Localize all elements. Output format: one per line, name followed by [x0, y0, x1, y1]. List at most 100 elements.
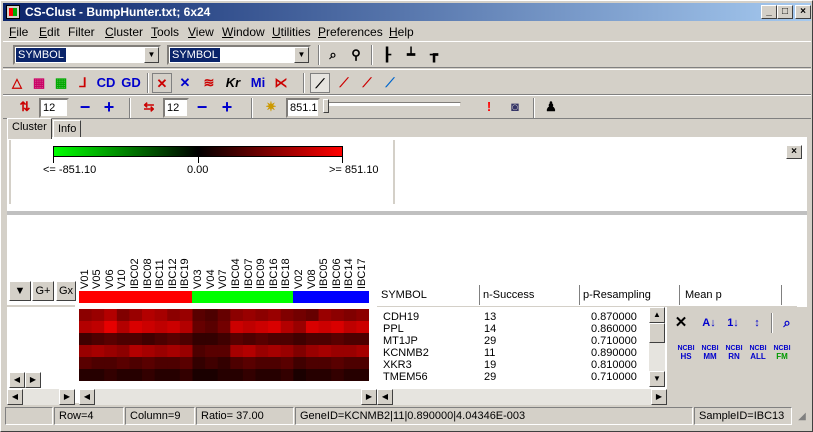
gplus-button[interactable]: G+ [32, 281, 54, 301]
vertical-arrows-icon[interactable]: ⇅ [15, 97, 35, 117]
row-increase-button[interactable]: + [99, 97, 119, 117]
heatmap-cell[interactable] [280, 333, 294, 346]
heatmap-cell[interactable] [343, 357, 357, 370]
heatmap-cell[interactable] [331, 333, 345, 346]
heatmap-cell[interactable] [91, 321, 105, 334]
column-label[interactable]: IBC14 [343, 258, 355, 289]
menu-filter[interactable]: Filter [68, 25, 95, 39]
heatmap-cell[interactable] [154, 369, 168, 381]
cell-symbol[interactable]: CDH19 [383, 311, 419, 323]
column-label[interactable]: IBC17 [356, 258, 368, 289]
column-label[interactable]: V10 [116, 269, 128, 289]
menu-tools[interactable]: Tools [151, 25, 179, 39]
cell-n-success[interactable]: 29 [484, 371, 496, 383]
scroll-up-button[interactable]: ▲ [649, 307, 665, 323]
heatmap-cell[interactable] [305, 321, 320, 334]
horizontal-arrows-icon[interactable]: ⇆ [139, 97, 159, 117]
tree-icon[interactable]: ┠ [377, 45, 397, 65]
heatmap-cell[interactable] [318, 369, 332, 381]
binoculars-search-icon[interactable]: ⌕ [777, 313, 797, 333]
header-symbol[interactable]: SYMBOL [381, 289, 427, 302]
heatmap-cell[interactable] [318, 333, 332, 346]
cell-p-resampling[interactable]: 0.810000 [591, 359, 637, 371]
heatmap-cell[interactable] [230, 333, 244, 346]
heatmap-cell[interactable] [79, 321, 93, 334]
heatmap-cell[interactable] [91, 369, 105, 381]
heatmap-cell[interactable] [255, 321, 269, 334]
heatmap-cell[interactable] [142, 357, 156, 370]
heatmap-cell[interactable] [129, 333, 143, 346]
heatmap-cell[interactable] [192, 321, 206, 334]
heatmap-cell[interactable] [268, 345, 282, 358]
heatmap-cell[interactable] [142, 309, 156, 322]
heatmap-cell[interactable] [293, 345, 307, 358]
cell-n-success[interactable]: 13 [484, 311, 496, 323]
column-label[interactable]: IBC04 [230, 258, 242, 289]
kr-button[interactable]: Kr [223, 73, 243, 93]
column-label[interactable]: V05 [91, 269, 103, 289]
symbol-combo-right[interactable]: SYMBOL ▼ [167, 45, 311, 65]
heatmap-cell[interactable] [230, 321, 244, 334]
heatmap-cell[interactable] [205, 321, 219, 334]
heatmap-cell[interactable] [154, 345, 168, 358]
column-label[interactable]: V07 [217, 269, 229, 289]
heatmap-cell[interactable] [116, 369, 130, 381]
heatmap-cell[interactable] [179, 309, 193, 322]
heatmap-cell[interactable] [192, 357, 206, 370]
heatmap-cell[interactable] [167, 357, 181, 370]
heatmap-cell[interactable] [79, 333, 93, 346]
heatmap-cell[interactable] [167, 345, 181, 358]
camera-icon[interactable]: ◙ [505, 97, 525, 117]
chevron-down-icon[interactable]: ▼ [294, 47, 309, 63]
ncbi-link-button[interactable]: NCBI FM [771, 345, 793, 361]
brush-icon[interactable]: ⟋ [334, 73, 354, 93]
heatmap-cell[interactable] [142, 369, 156, 381]
heatmap-cell[interactable] [154, 309, 168, 322]
heatmap-cell[interactable] [179, 321, 193, 334]
heatmap-cell[interactable] [142, 321, 156, 334]
column-label[interactable]: IBC12 [167, 258, 179, 289]
heatmap-cell[interactable] [268, 309, 282, 322]
heatmap-cell[interactable] [305, 345, 320, 358]
heatmap-cell[interactable] [280, 369, 294, 381]
cell-p-resampling[interactable]: 0.860000 [591, 323, 637, 335]
heatmap-cell[interactable] [154, 357, 168, 370]
column-label[interactable]: IBC02 [129, 258, 141, 289]
pointer-chart-icon[interactable]: ⋉ [271, 73, 291, 93]
exclamation-icon[interactable]: ! [479, 97, 499, 117]
heatmap-cell[interactable] [255, 309, 269, 322]
hierarchy-icon[interactable]: ┲ [424, 45, 444, 65]
symbol-combo-left[interactable]: SYMBOL ▼ [13, 45, 161, 65]
table-vertical-scrollbar[interactable]: ▲ ▼ [649, 307, 665, 387]
column-decrease-button[interactable]: − [192, 97, 212, 117]
heatmap-cell[interactable] [104, 309, 118, 322]
heatmap-cell[interactable] [255, 357, 269, 370]
heatmap-cell[interactable] [142, 345, 156, 358]
cell-symbol[interactable]: TMEM56 [383, 371, 428, 383]
heatmap-cell[interactable] [116, 345, 130, 358]
heatmap-cell[interactable] [356, 345, 369, 358]
heatmap-cell[interactable] [217, 369, 231, 381]
heatmap-cell[interactable] [104, 357, 118, 370]
cell-symbol[interactable]: MT1JP [383, 335, 418, 347]
heatmap-cell[interactable] [280, 321, 294, 334]
heatmap-cell[interactable] [331, 369, 345, 381]
walking-man-icon[interactable]: ♟ [541, 97, 561, 117]
heatmap-cell[interactable] [205, 333, 219, 346]
column-label[interactable]: IBC18 [280, 258, 292, 289]
heatmap-cell[interactable] [356, 333, 369, 346]
heatmap-cell[interactable] [305, 369, 320, 381]
heatmap-cell[interactable] [242, 357, 257, 370]
heatmap-cell[interactable] [343, 369, 357, 381]
resize-grip-icon[interactable]: ◢ [795, 411, 809, 425]
column-label[interactable]: V04 [205, 269, 217, 289]
ncbi-link-button[interactable]: NCBI HS [675, 345, 697, 361]
heatmap-cell[interactable] [129, 309, 143, 322]
header-p-resampling[interactable]: p-Resampling [583, 289, 651, 302]
heatmap-cell[interactable] [167, 321, 181, 334]
cell-symbol[interactable]: PPL [383, 323, 404, 335]
ncbi-link-button[interactable]: NCBI RN [723, 345, 745, 361]
row-size-spinner[interactable]: 12 [39, 98, 69, 118]
heatmap-cell[interactable] [91, 345, 105, 358]
heatmap-cell[interactable] [318, 357, 332, 370]
